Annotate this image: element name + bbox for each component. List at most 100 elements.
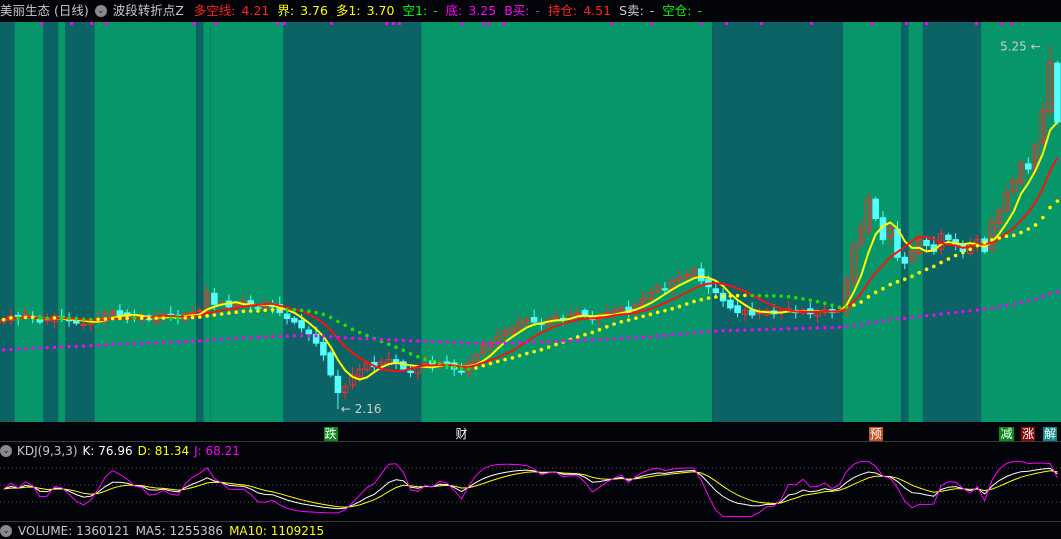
candle-body [334,375,342,394]
long-ma-dot [852,324,856,328]
header-item-value: 3.76 [300,3,328,18]
chevron-down-icon[interactable]: ⌄ [0,524,12,537]
long-ma-dot [205,338,209,342]
long-ma-dot [387,338,391,342]
long-ma-dot [670,333,674,337]
state-band [0,22,15,422]
state-band [58,22,66,422]
ma20-dot [808,298,813,302]
ma20-dot [350,327,355,332]
ma20-dot [532,349,536,354]
ma20-dot [147,316,151,320]
ma20-dot [677,304,682,309]
ma20-dot [699,297,704,302]
long-ma-dot [1055,290,1059,294]
ma20-dot [437,361,442,366]
header-item-value: - [649,3,655,18]
long-ma-dot [23,347,28,351]
ma20-dot [299,308,304,313]
ma20-dot [757,293,762,298]
header-item-value: - [433,3,438,18]
long-ma-dot [438,340,442,344]
long-ma-dot [641,335,645,339]
ma20-dot [1048,205,1052,210]
state-band [712,22,843,422]
ma20-dot [285,307,289,312]
ma20-dot [750,293,754,298]
state-band [922,22,982,422]
ma20-dot [103,317,108,321]
ma20-dot [801,297,805,301]
ma20-dot [343,323,347,328]
volume-ma5: MA5: 1255386 [135,524,224,538]
signal-tick [40,22,43,25]
signal-marker: 财 [455,427,468,441]
header-item: 空1: [402,3,428,18]
ma20-dot [89,317,93,322]
long-ma-dot [314,334,318,338]
long-ma-dot [467,341,471,345]
ma20-dot [1011,233,1016,238]
ma20-dot [779,294,784,298]
ma20-dot [125,316,129,321]
long-ma-dot [932,313,936,317]
state-band [196,22,204,422]
chevron-down-icon[interactable]: ⌄ [0,444,12,457]
ma20-dot [495,359,500,364]
ma20-dot [1019,230,1023,235]
long-ma-dot [954,310,958,314]
state-band [842,22,902,422]
long-ma-dot [794,326,798,331]
ma20-dot [539,347,544,352]
ma20-dot [866,295,871,299]
ma20-dot [248,309,253,313]
ma20-dot [663,308,667,313]
long-ma-dot [968,309,972,313]
ma20-dot [844,305,849,310]
kdj-title[interactable]: KDJ(9,3,3) [17,444,78,458]
long-ma-dot [961,310,965,314]
header-item: 多空线: [193,3,236,18]
ma20-dot [365,333,369,338]
long-ma-dot [568,339,573,343]
indicator-name[interactable]: 波段转折点Z [113,3,184,18]
candle-body [727,299,734,309]
long-ma-dot [801,326,805,330]
ma20-dot [270,308,275,312]
long-ma-dot [815,326,820,330]
divider [0,441,1061,442]
state-band [901,22,909,422]
candle-body [712,288,720,294]
ma20-dot [386,342,391,347]
price-chart[interactable]: ← 2.16 5.25 ← [0,22,1061,422]
long-ma-dot [634,336,638,340]
long-ma-dot [663,334,667,338]
ma20-dot [764,293,769,298]
signal-tick [105,22,108,25]
long-ma-dot [256,335,260,339]
ma20-dot [605,324,609,329]
ma20-dot [9,316,13,320]
ma20-dot [198,315,202,319]
candle-body [661,288,669,291]
ma20-dot [183,315,188,320]
kdj-chart[interactable] [0,460,1061,520]
candle-body [530,317,538,323]
signal-tick [1010,22,1013,25]
chevron-down-icon[interactable]: ⌄ [94,4,107,17]
signal-tick [70,22,73,25]
long-ma-dot [423,339,427,343]
long-ma-dot [881,319,885,323]
ma20-dot [1033,223,1038,227]
long-ma-dot [365,337,369,341]
long-ma-dot [917,315,921,319]
header-item-value: 4.21 [241,3,270,18]
ma20-dot [459,366,464,371]
ma20-dot [641,314,645,319]
ma20-dot [648,312,653,317]
signal-tick [650,22,653,25]
ma20-dot [59,316,64,320]
signal-tick [193,22,196,25]
volume-header: ⌄ VOLUME: 1360121 MA5: 1255386 MA10: 110921… [0,524,330,538]
candle-body [327,352,334,376]
